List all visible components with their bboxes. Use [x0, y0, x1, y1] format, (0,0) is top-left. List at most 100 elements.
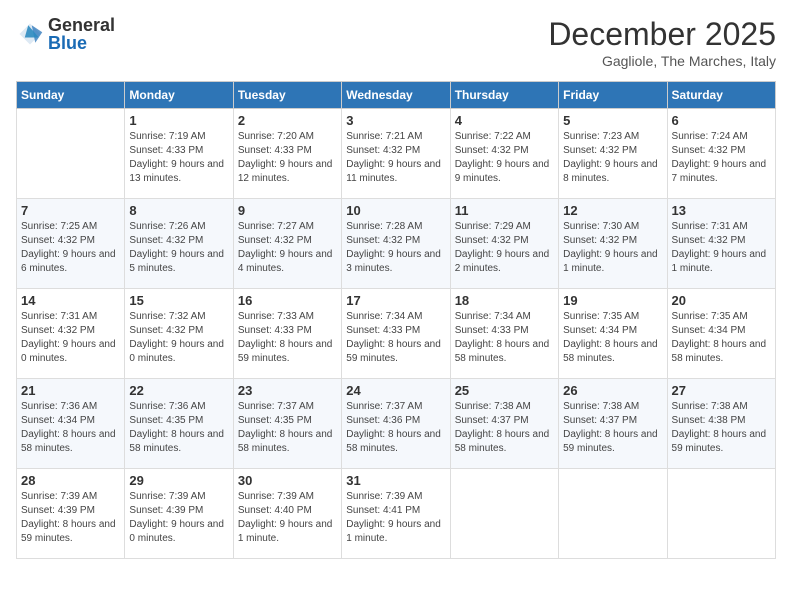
day-detail: Sunrise: 7:32 AMSunset: 4:32 PMDaylight:… [129, 310, 228, 366]
calendar-cell: 24 Sunrise: 7:37 AMSunset: 4:36 PMDayligh… [342, 379, 450, 469]
calendar-cell: 10 Sunrise: 7:28 AMSunset: 4:32 PMDayligh… [342, 199, 450, 289]
calendar-cell [667, 469, 775, 559]
day-detail: Sunrise: 7:38 AMSunset: 4:38 PMDaylight:… [672, 400, 771, 456]
day-detail: Sunrise: 7:39 AMSunset: 4:39 PMDaylight:… [129, 490, 228, 546]
day-number: 24 [346, 383, 445, 398]
calendar-week-row: 1Sunrise: 7:19 AMSunset: 4:33 PMDaylight… [17, 109, 776, 199]
day-detail: Sunrise: 7:38 AMSunset: 4:37 PMDaylight:… [455, 400, 554, 456]
calendar-week-row: 28 Sunrise: 7:39 AMSunset: 4:39 PMDayligh… [17, 469, 776, 559]
calendar-cell [450, 469, 558, 559]
day-detail: Sunrise: 7:27 AMSunset: 4:32 PMDaylight:… [238, 220, 337, 276]
weekday-header: Monday [125, 82, 233, 109]
day-number: 13 [672, 203, 771, 218]
calendar-cell: 9 Sunrise: 7:27 AMSunset: 4:32 PMDaylight… [233, 199, 341, 289]
day-detail: Sunrise: 7:39 AMSunset: 4:40 PMDaylight:… [238, 490, 337, 546]
weekday-header: Sunday [17, 82, 125, 109]
calendar-cell: 11Sunrise: 7:29 AMSunset: 4:32 PMDayligh… [450, 199, 558, 289]
day-number: 28 [21, 473, 120, 488]
day-number: 1 [129, 113, 228, 128]
logo-icon [16, 20, 44, 48]
day-number: 14 [21, 293, 120, 308]
page-header: General Blue December 2025 Gagliole, The… [16, 16, 776, 69]
day-detail: Sunrise: 7:35 AMSunset: 4:34 PMDaylight:… [672, 310, 771, 366]
location: Gagliole, The Marches, Italy [548, 53, 776, 69]
day-number: 16 [238, 293, 337, 308]
day-detail: Sunrise: 7:33 AMSunset: 4:33 PMDaylight:… [238, 310, 337, 366]
logo: General Blue [16, 16, 115, 52]
day-number: 20 [672, 293, 771, 308]
day-number: 27 [672, 383, 771, 398]
logo-blue: Blue [48, 34, 115, 52]
calendar-cell: 4 Sunrise: 7:22 AMSunset: 4:32 PMDaylight… [450, 109, 558, 199]
calendar-cell: 5 Sunrise: 7:23 AMSunset: 4:32 PMDaylight… [559, 109, 667, 199]
day-detail: Sunrise: 7:21 AMSunset: 4:32 PMDaylight:… [346, 130, 445, 186]
day-number: 6 [672, 113, 771, 128]
day-detail: Sunrise: 7:26 AMSunset: 4:32 PMDaylight:… [129, 220, 228, 276]
calendar-cell: 27 Sunrise: 7:38 AMSunset: 4:38 PMDayligh… [667, 379, 775, 469]
day-detail: Sunrise: 7:38 AMSunset: 4:37 PMDaylight:… [563, 400, 662, 456]
day-number: 5 [563, 113, 662, 128]
day-number: 9 [238, 203, 337, 218]
weekday-header: Saturday [667, 82, 775, 109]
calendar-cell: 3 Sunrise: 7:21 AMSunset: 4:32 PMDaylight… [342, 109, 450, 199]
day-number: 21 [21, 383, 120, 398]
calendar-cell: 25 Sunrise: 7:38 AMSunset: 4:37 PMDayligh… [450, 379, 558, 469]
day-detail: Sunrise: 7:30 AMSunset: 4:32 PMDaylight:… [563, 220, 662, 276]
day-detail: Sunrise: 7:23 AMSunset: 4:32 PMDaylight:… [563, 130, 662, 186]
day-detail: Sunrise: 7:34 AMSunset: 4:33 PMDaylight:… [346, 310, 445, 366]
day-detail: Sunrise: 7:36 AMSunset: 4:35 PMDaylight:… [129, 400, 228, 456]
day-number: 10 [346, 203, 445, 218]
day-number: 19 [563, 293, 662, 308]
day-number: 29 [129, 473, 228, 488]
calendar-body: 1Sunrise: 7:19 AMSunset: 4:33 PMDaylight… [17, 109, 776, 559]
calendar-cell: 28Sunrise: 7:39 AMSunset: 4:39 PMDayligh… [17, 469, 125, 559]
calendar-cell: 18 Sunrise: 7:34 AMSunset: 4:33 PMDayligh… [450, 289, 558, 379]
day-detail: Sunrise: 7:39 AMSunset: 4:41 PMDaylight:… [346, 490, 445, 546]
day-detail: Sunrise: 7:22 AMSunset: 4:32 PMDaylight:… [455, 130, 554, 186]
day-detail: Sunrise: 7:35 AMSunset: 4:34 PMDaylight:… [563, 310, 662, 366]
day-number: 8 [129, 203, 228, 218]
calendar-cell: 14 Sunrise: 7:31 AMSunset: 4:32 PMDayligh… [17, 289, 125, 379]
day-number: 2 [238, 113, 337, 128]
day-number: 4 [455, 113, 554, 128]
calendar-cell: 16 Sunrise: 7:33 AMSunset: 4:33 PMDayligh… [233, 289, 341, 379]
calendar-cell: 12 Sunrise: 7:30 AMSunset: 4:32 PMDayligh… [559, 199, 667, 289]
day-detail: Sunrise: 7:37 AMSunset: 4:36 PMDaylight:… [346, 400, 445, 456]
calendar-cell: 30Sunrise: 7:39 AMSunset: 4:40 PMDayligh… [233, 469, 341, 559]
calendar-cell: 15Sunrise: 7:32 AMSunset: 4:32 PMDayligh… [125, 289, 233, 379]
day-number: 25 [455, 383, 554, 398]
day-number: 17 [346, 293, 445, 308]
day-number: 7 [21, 203, 120, 218]
day-detail: Sunrise: 7:25 AMSunset: 4:32 PMDaylight:… [21, 220, 120, 276]
weekday-header: Tuesday [233, 82, 341, 109]
day-number: 23 [238, 383, 337, 398]
day-number: 3 [346, 113, 445, 128]
calendar-header: SundayMondayTuesdayWednesdayThursdayFrid… [17, 82, 776, 109]
weekday-header: Thursday [450, 82, 558, 109]
day-detail: Sunrise: 7:31 AMSunset: 4:32 PMDaylight:… [672, 220, 771, 276]
day-number: 11 [455, 203, 554, 218]
calendar-week-row: 14 Sunrise: 7:31 AMSunset: 4:32 PMDayligh… [17, 289, 776, 379]
calendar-cell [17, 109, 125, 199]
logo-text: General Blue [48, 16, 115, 52]
day-number: 12 [563, 203, 662, 218]
calendar-table: SundayMondayTuesdayWednesdayThursdayFrid… [16, 81, 776, 559]
calendar-cell: 6 Sunrise: 7:24 AMSunset: 4:32 PMDaylight… [667, 109, 775, 199]
calendar-cell: 17 Sunrise: 7:34 AMSunset: 4:33 PMDayligh… [342, 289, 450, 379]
day-detail: Sunrise: 7:36 AMSunset: 4:34 PMDaylight:… [21, 400, 120, 456]
calendar-cell: 7 Sunrise: 7:25 AMSunset: 4:32 PMDaylight… [17, 199, 125, 289]
weekday-header: Friday [559, 82, 667, 109]
day-detail: Sunrise: 7:24 AMSunset: 4:32 PMDaylight:… [672, 130, 771, 186]
calendar-cell: 8 Sunrise: 7:26 AMSunset: 4:32 PMDaylight… [125, 199, 233, 289]
day-detail: Sunrise: 7:28 AMSunset: 4:32 PMDaylight:… [346, 220, 445, 276]
day-number: 18 [455, 293, 554, 308]
day-detail: Sunrise: 7:34 AMSunset: 4:33 PMDaylight:… [455, 310, 554, 366]
weekday-header-row: SundayMondayTuesdayWednesdayThursdayFrid… [17, 82, 776, 109]
calendar-cell: 13 Sunrise: 7:31 AMSunset: 4:32 PMDayligh… [667, 199, 775, 289]
calendar-cell: 31 Sunrise: 7:39 AMSunset: 4:41 PMDayligh… [342, 469, 450, 559]
day-detail: Sunrise: 7:31 AMSunset: 4:32 PMDaylight:… [21, 310, 120, 366]
day-number: 26 [563, 383, 662, 398]
calendar-cell: 21 Sunrise: 7:36 AMSunset: 4:34 PMDayligh… [17, 379, 125, 469]
day-number: 31 [346, 473, 445, 488]
month-title: December 2025 [548, 16, 776, 53]
